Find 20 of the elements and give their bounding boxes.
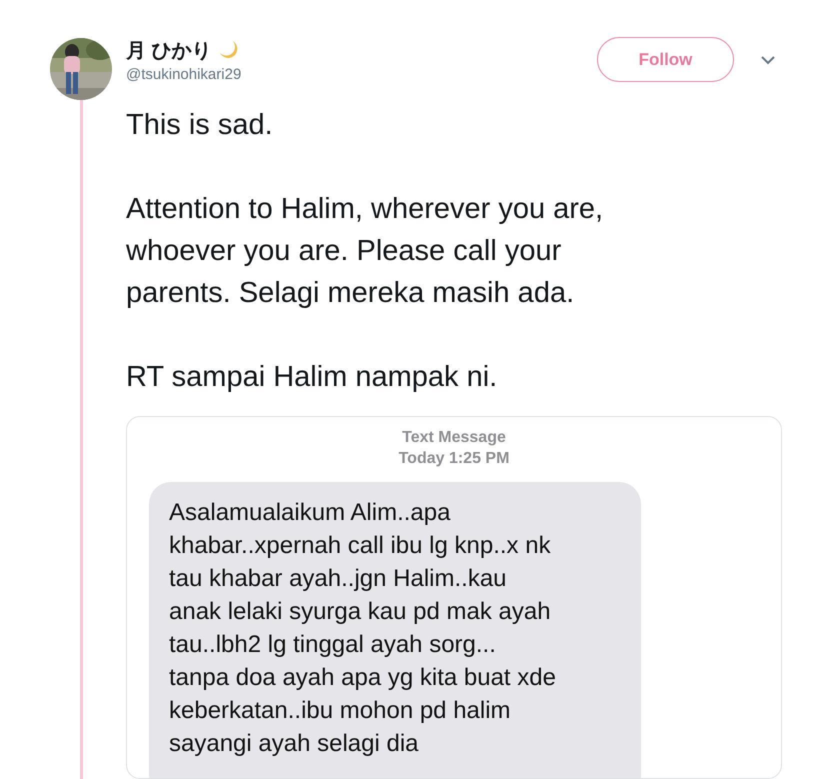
chevron-down-icon[interactable] [760,54,776,65]
message-text: tanpa doa ayah apa yg kita buat xde [169,662,557,693]
tweet-text: RT sampai Halim nampak ni. [126,360,498,395]
message-text: Asalamualaikum Alim..apa [169,498,452,528]
message-timestamp: Today 1:25 PM [398,450,510,468]
message-header: Text Message [402,428,506,447]
tweet-text: parents. Selagi mereka masih ada. [126,276,576,311]
message-screenshot[interactable] [126,416,782,779]
message-text: anak lelaki syurga kau pd mak ayah [169,596,552,627]
tweet-text: whoever you are. Please call your [126,234,562,269]
message-text: khabar..xpernah call ibu lg knp..x nk [169,530,552,561]
message-text: tau..lbh2 lg tinggal ayah sorg... [169,630,497,660]
tweet-text: Attention to Halim, wherever you are, [126,192,604,227]
display-name[interactable]: 月 ひかり [126,36,212,64]
username[interactable]: @tsukinohikari29 [126,66,597,83]
tweet-text: This is sad. [126,108,274,143]
follow-button[interactable]: Follow [597,37,734,82]
message-text: keberkatan..ibu mohon pd halim [169,696,512,726]
message-text: tau khabar ayah..jgn Halim..kau [169,564,508,594]
message-text: sayangi ayah selagi dia [169,728,420,759]
